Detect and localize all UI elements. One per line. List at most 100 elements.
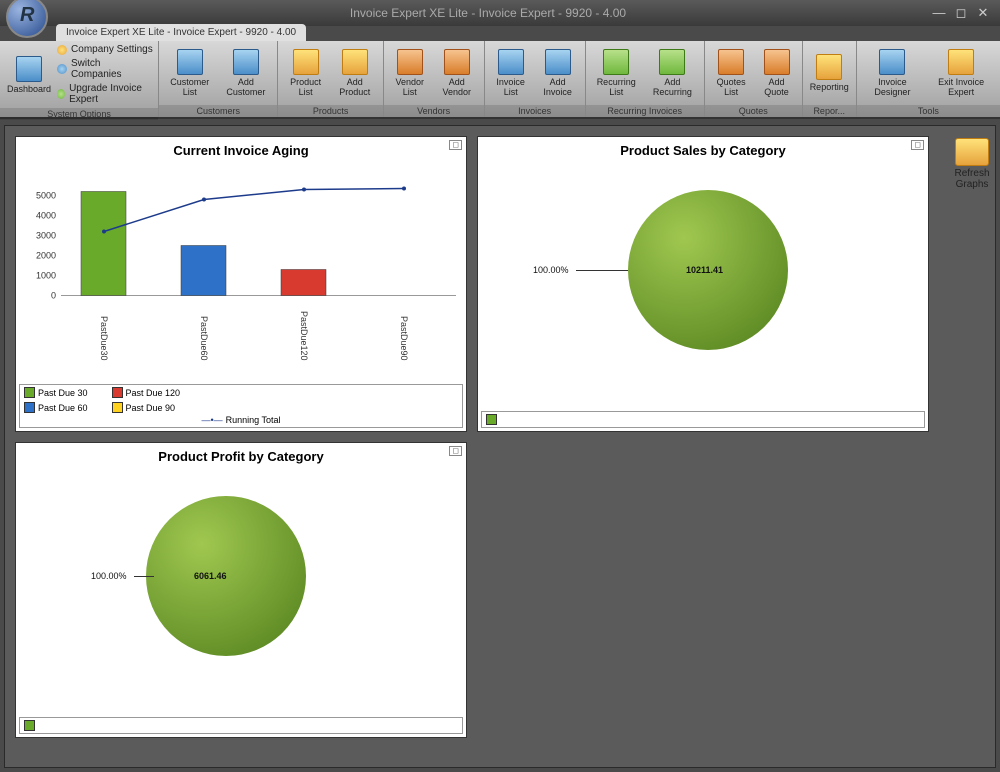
refresh-graphs-button[interactable]: Refresh Graphs — [939, 138, 1000, 190]
add-product-button[interactable]: Add Product — [330, 47, 380, 99]
chart-title-aging: Current Invoice Aging — [16, 137, 466, 160]
group-label-vendors: Vendors — [384, 105, 484, 117]
reporting-button[interactable]: Reporting — [806, 52, 853, 94]
dashboard-button[interactable]: Dashboard — [3, 54, 55, 96]
product-list-icon — [293, 49, 319, 75]
exit-button[interactable]: Exit Invoice Expert — [925, 47, 997, 99]
group-quotes: Quotes List Add Quote Quotes — [705, 41, 803, 117]
add-customer-button[interactable]: Add Customer — [217, 47, 274, 99]
company-settings-link[interactable]: Company Settings — [55, 43, 155, 56]
recurring-list-icon — [603, 49, 629, 75]
bar-pastdue60 — [181, 246, 226, 296]
window-title: Invoice Expert XE Lite - Invoice Expert … — [48, 6, 928, 20]
dashboard-content: ◻ Current Invoice Aging 0 1000 2000 3000… — [4, 125, 996, 768]
svg-text:4000: 4000 — [36, 211, 56, 221]
bar-chart-aging: 0 1000 2000 3000 4000 5000 PastDue30 — [16, 160, 466, 381]
line-running-total — [104, 189, 404, 232]
upgrade-icon — [57, 89, 65, 99]
group-label-invoices: Invoices — [485, 105, 585, 117]
upgrade-link[interactable]: Upgrade Invoice Expert — [55, 82, 155, 106]
pie-pct-label: 100.00% — [91, 571, 127, 581]
group-recurring: Recurring List Add Recurring Recurring I… — [586, 41, 705, 117]
add-quote-button[interactable]: Add Quote — [754, 47, 798, 99]
reporting-icon — [816, 54, 842, 80]
group-vendors: Vendor List Add Vendor Vendors — [384, 41, 485, 117]
pie-chart-profit: 100.00% 6061.46 — [16, 466, 466, 714]
document-tab[interactable]: Invoice Expert XE Lite - Invoice Expert … — [56, 24, 306, 41]
minimize-icon[interactable]: — — [932, 6, 946, 20]
svg-text:PastDue30: PastDue30 — [99, 316, 109, 361]
panel-product-profit: ◻ Product Profit by Category 100.00% 606… — [15, 442, 467, 738]
pie-value-label: 6061.46 — [194, 571, 227, 581]
group-tools: Invoice Designer Exit Invoice Expert Too… — [857, 41, 1000, 117]
customer-list-icon — [177, 49, 203, 75]
group-customers: Customer List Add Customer Customers — [159, 41, 278, 117]
switch-companies-link[interactable]: Switch Companies — [55, 57, 155, 81]
pie-chart-sales: 100.00% 10211.41 — [478, 160, 928, 408]
svg-text:2000: 2000 — [36, 251, 56, 261]
group-products: Product List Add Product Products — [278, 41, 383, 117]
svg-text:PastDue60: PastDue60 — [199, 316, 209, 361]
invoice-list-button[interactable]: Invoice List — [488, 47, 534, 99]
recurring-list-button[interactable]: Recurring List — [589, 47, 644, 99]
panel-maximize-icon[interactable]: ◻ — [911, 140, 924, 150]
ribbon: Dashboard Company Settings Switch Compan… — [0, 41, 1000, 119]
group-label-reports: Repor... — [803, 105, 856, 117]
invoice-designer-button[interactable]: Invoice Designer — [860, 47, 925, 99]
add-quote-icon — [764, 49, 790, 75]
legend-swatch — [486, 414, 497, 425]
panel-invoice-aging: ◻ Current Invoice Aging 0 1000 2000 3000… — [15, 136, 467, 432]
bar-pastdue30 — [81, 192, 126, 296]
exit-icon — [948, 49, 974, 75]
svg-text:PastDue120: PastDue120 — [299, 311, 309, 361]
panel-maximize-icon[interactable]: ◻ — [449, 140, 462, 150]
svg-text:PastDue90: PastDue90 — [399, 316, 409, 361]
svg-text:5000: 5000 — [36, 191, 56, 201]
pie-value-label: 10211.41 — [686, 265, 723, 275]
pie-pct-label: 100.00% — [533, 265, 569, 275]
maximize-icon[interactable]: ◻ — [954, 6, 968, 20]
side-toolbar: Refresh Graphs — [939, 136, 1000, 432]
dashboard-icon — [16, 56, 42, 82]
gear-icon — [57, 45, 67, 55]
group-label-tools: Tools — [857, 105, 1000, 117]
refresh-icon — [955, 138, 989, 166]
product-list-button[interactable]: Product List — [281, 47, 329, 99]
add-customer-icon — [233, 49, 259, 75]
quotes-list-button[interactable]: Quotes List — [708, 47, 754, 99]
group-label-recurring: Recurring Invoices — [586, 105, 704, 117]
titlebar: Invoice Expert XE Lite - Invoice Expert … — [0, 0, 1000, 26]
bar-pastdue120 — [281, 270, 326, 296]
close-icon[interactable]: ✕ — [976, 6, 990, 20]
panel-product-sales: ◻ Product Sales by Category 100.00% 1021… — [477, 136, 929, 432]
group-label-system: System Options — [0, 108, 158, 120]
add-vendor-button[interactable]: Add Vendor — [433, 47, 481, 99]
add-product-icon — [342, 49, 368, 75]
vendor-list-icon — [397, 49, 423, 75]
legend-aging: Past Due 30 Past Due 120 Past Due 60 Pas… — [19, 384, 463, 428]
group-label-quotes: Quotes — [705, 105, 802, 117]
add-invoice-button[interactable]: Add Invoice — [534, 47, 582, 99]
customer-list-button[interactable]: Customer List — [162, 47, 217, 99]
group-system: Dashboard Company Settings Switch Compan… — [0, 41, 159, 117]
panel-maximize-icon[interactable]: ◻ — [449, 446, 462, 456]
svg-text:3000: 3000 — [36, 231, 56, 241]
add-vendor-icon — [444, 49, 470, 75]
invoice-list-icon — [498, 49, 524, 75]
add-recurring-button[interactable]: Add Recurring — [644, 47, 701, 99]
group-reports: Reporting Repor... — [803, 41, 857, 117]
quotes-list-icon — [718, 49, 744, 75]
chart-title-sales: Product Sales by Category — [478, 137, 928, 160]
legend-profit — [19, 717, 463, 734]
add-recurring-icon — [659, 49, 685, 75]
app-logo-icon[interactable] — [6, 0, 48, 38]
vendor-list-button[interactable]: Vendor List — [387, 47, 433, 99]
switch-icon — [57, 64, 67, 74]
svg-text:1000: 1000 — [36, 271, 56, 281]
group-invoices: Invoice List Add Invoice Invoices — [485, 41, 586, 117]
legend-swatch — [24, 720, 35, 731]
group-label-products: Products — [278, 105, 382, 117]
legend-sales — [481, 411, 925, 428]
designer-icon — [879, 49, 905, 75]
chart-title-profit: Product Profit by Category — [16, 443, 466, 466]
